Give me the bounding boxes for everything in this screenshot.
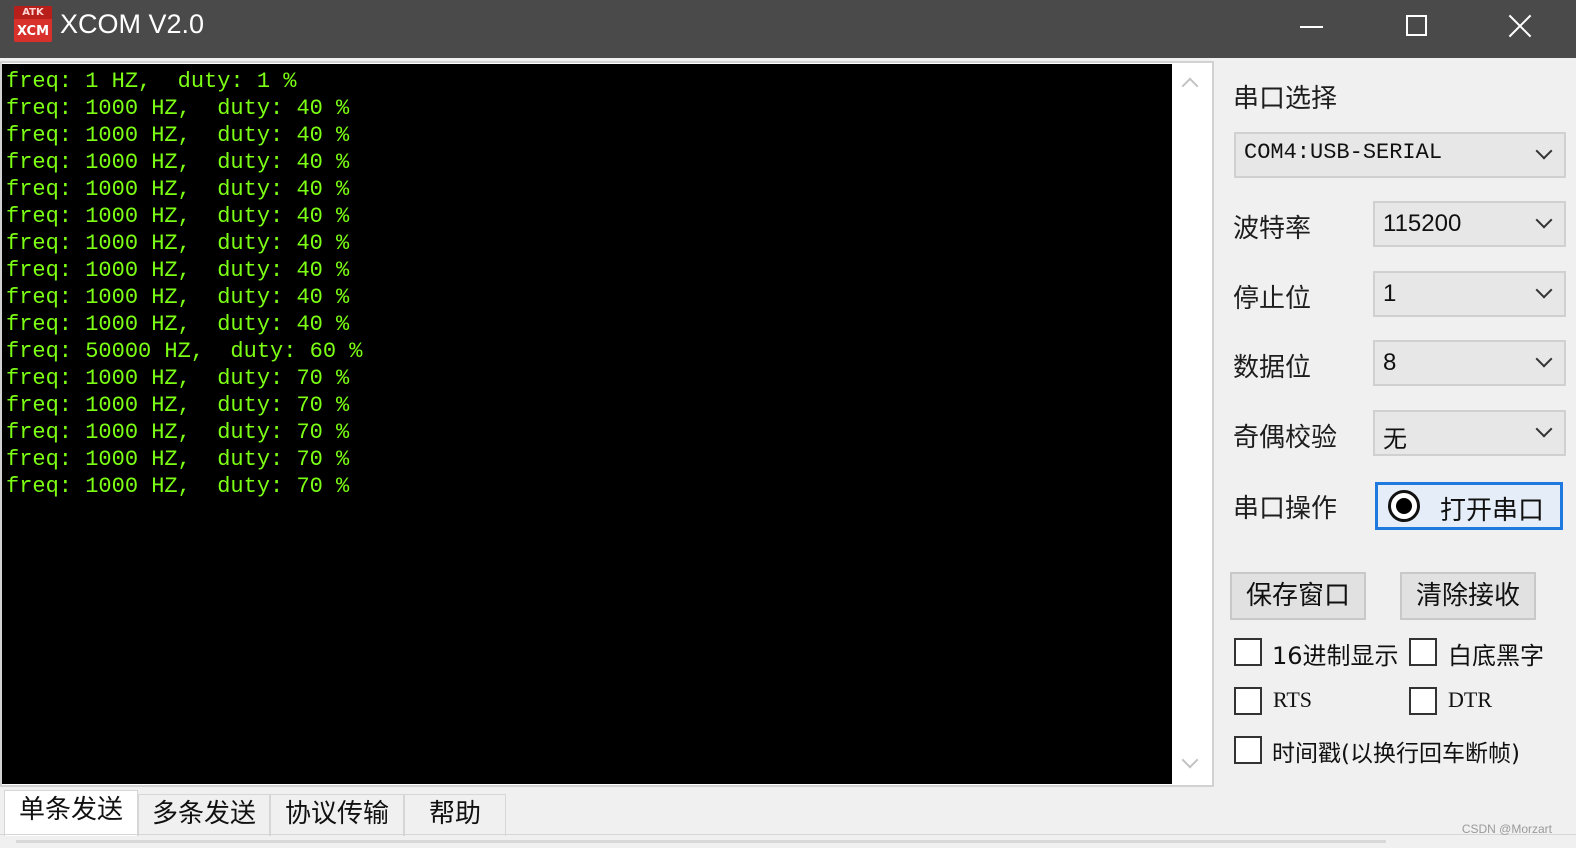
parity-select[interactable]: 无	[1373, 410, 1566, 456]
stop-bits-value: 1	[1383, 280, 1397, 307]
rts-checkbox[interactable]	[1234, 687, 1262, 715]
tab-multi-send[interactable]: 多条发送	[138, 794, 270, 836]
open-port-button-label: 打开串口	[1440, 496, 1545, 526]
receive-line: freq: 1000 HZ, duty: 70 %	[6, 447, 350, 472]
data-bits-select[interactable]: 8	[1373, 340, 1566, 386]
scroll-up-icon[interactable]	[1181, 77, 1199, 95]
parity-value: 无	[1383, 426, 1407, 453]
receive-line: freq: 1000 HZ, duty: 40 %	[6, 150, 350, 175]
port-select[interactable]: COM4:USB-SERIAL	[1234, 132, 1566, 178]
receive-scrollbar[interactable]	[1172, 64, 1210, 784]
scroll-down-icon[interactable]	[1181, 751, 1199, 769]
port-select-value: COM4:USB-SERIAL	[1244, 140, 1443, 165]
logo-top-text: ATK	[14, 6, 52, 19]
dtr-checkbox[interactable]	[1409, 687, 1437, 715]
hex-display-checkbox[interactable]	[1234, 638, 1262, 666]
bottom-edge	[16, 840, 1386, 843]
port-select-label: 串口选择	[1233, 84, 1338, 114]
maximize-icon	[1406, 15, 1427, 36]
chevron-down-icon	[1535, 281, 1553, 299]
receive-line: freq: 1 HZ, duty: 1 %	[6, 69, 297, 94]
chevron-down-icon	[1535, 142, 1553, 160]
open-port-button[interactable]: 打开串口	[1375, 482, 1563, 530]
white-bg-checkbox[interactable]	[1409, 638, 1437, 666]
receive-line: freq: 1000 HZ, duty: 40 %	[6, 285, 350, 310]
receive-text-area[interactable]: freq: 1 HZ, duty: 1 % freq: 1000 HZ, duty…	[2, 64, 1172, 784]
data-bits-value: 8	[1383, 349, 1397, 376]
logo-bottom-text: XCM	[16, 24, 50, 39]
baud-rate-label: 波特率	[1233, 214, 1312, 244]
chevron-down-icon	[1535, 420, 1553, 438]
receive-line: freq: 1000 HZ, duty: 40 %	[6, 123, 350, 148]
app-logo-icon: ATK XCM	[14, 6, 52, 42]
baud-rate-select[interactable]: 115200	[1373, 201, 1566, 247]
tab-protocol-transfer[interactable]: 协议传输	[270, 794, 404, 836]
dtr-label: DTR	[1448, 687, 1492, 712]
port-status-icon	[1388, 490, 1420, 522]
receive-line: freq: 1000 HZ, duty: 70 %	[6, 393, 350, 418]
minimize-button[interactable]	[1260, 0, 1364, 54]
tab-divider	[0, 834, 1576, 835]
save-window-button[interactable]: 保存窗口	[1230, 572, 1366, 620]
chevron-down-icon	[1535, 211, 1553, 229]
data-bits-label: 数据位	[1233, 353, 1312, 383]
timestamp-label: 时间戳(以换行回车断帧)	[1272, 741, 1520, 767]
chevron-down-icon	[1535, 350, 1553, 368]
clear-receive-button[interactable]: 清除接收	[1400, 572, 1536, 620]
stop-bits-label: 停止位	[1233, 284, 1312, 314]
window-title: XCOM V2.0	[60, 9, 205, 39]
receive-line: freq: 1000 HZ, duty: 40 %	[6, 177, 350, 202]
receive-line: freq: 1000 HZ, duty: 40 %	[6, 204, 350, 229]
maximize-button[interactable]	[1364, 0, 1468, 54]
receive-line: freq: 1000 HZ, duty: 70 %	[6, 366, 350, 391]
receive-line: freq: 1000 HZ, duty: 70 %	[6, 474, 350, 499]
parity-label: 奇偶校验	[1233, 423, 1338, 453]
rts-label: RTS	[1273, 687, 1313, 712]
receive-line: freq: 50000 HZ, duty: 60 %	[6, 339, 363, 364]
white-bg-label: 白底黑字	[1448, 642, 1544, 670]
serial-operation-label: 串口操作	[1233, 494, 1338, 524]
receive-line: freq: 1000 HZ, duty: 40 %	[6, 96, 350, 121]
tab-single-send[interactable]: 单条发送	[4, 790, 138, 836]
receive-line: freq: 1000 HZ, duty: 40 %	[6, 231, 350, 256]
receive-line: freq: 1000 HZ, duty: 40 %	[6, 312, 350, 337]
receive-line: freq: 1000 HZ, duty: 70 %	[6, 420, 350, 445]
stop-bits-select[interactable]: 1	[1373, 271, 1566, 317]
timestamp-checkbox[interactable]	[1234, 736, 1262, 764]
title-bar: ATK XCM XCOM V2.0	[0, 0, 1576, 58]
receive-line: freq: 1000 HZ, duty: 40 %	[6, 258, 350, 283]
watermark: CSDN @Morzart	[1461, 822, 1552, 836]
close-icon	[1508, 14, 1532, 38]
tab-help[interactable]: 帮助	[404, 794, 506, 836]
hex-display-label: 16进制显示	[1272, 642, 1399, 670]
close-button[interactable]	[1468, 0, 1572, 54]
minimize-icon	[1300, 26, 1323, 28]
baud-rate-value: 115200	[1383, 210, 1462, 237]
